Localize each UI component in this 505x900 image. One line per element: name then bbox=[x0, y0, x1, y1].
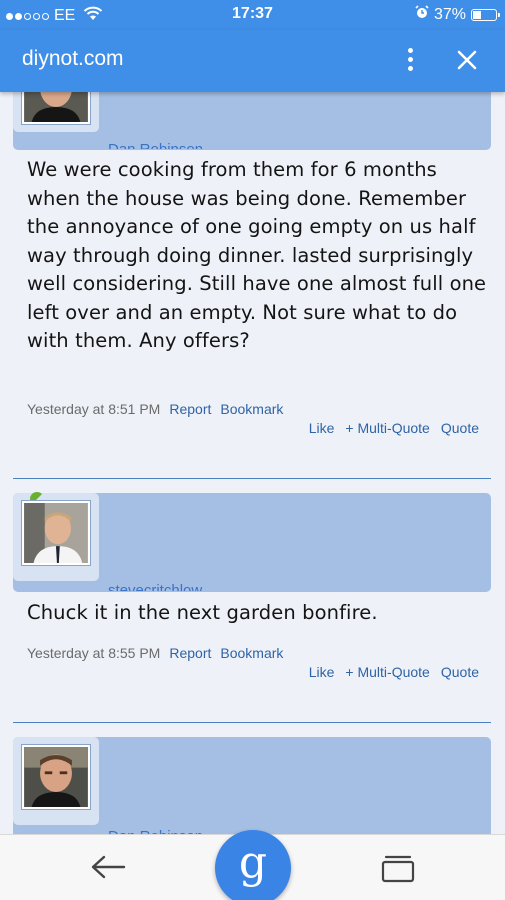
post-1-date: Yesterday at 8:51 PM bbox=[27, 401, 161, 417]
post-1-avatar-frame bbox=[13, 92, 99, 132]
thread-content[interactable]: Dan Robinson We were cooking from them f… bbox=[0, 92, 505, 834]
post-1-report-link[interactable]: Report bbox=[169, 401, 211, 417]
post-2-username[interactable]: stevecritchlow bbox=[108, 582, 202, 591]
battery-icon bbox=[471, 8, 500, 21]
avatar[interactable] bbox=[22, 745, 90, 809]
back-arrow-icon[interactable] bbox=[88, 851, 128, 883]
post-2-date: Yesterday at 8:55 PM bbox=[27, 645, 161, 661]
post-1-like-link[interactable]: Like bbox=[309, 420, 335, 436]
post-2-report-link[interactable]: Report bbox=[169, 645, 211, 661]
post-1-message: We were cooking from them for 6 months w… bbox=[27, 158, 487, 352]
post-2-quote-link[interactable]: Quote bbox=[441, 664, 479, 680]
post-3-avatar-frame bbox=[13, 737, 99, 825]
avatar[interactable] bbox=[22, 501, 90, 565]
post-divider bbox=[13, 478, 491, 479]
battery-percent: 37% bbox=[433, 5, 466, 23]
post-1-username[interactable]: Dan Robinson bbox=[108, 141, 203, 149]
post-2-message: Chuck it in the next garden bonfire. bbox=[27, 601, 378, 624]
status-right: 37% bbox=[415, 5, 500, 24]
google-g-icon[interactable]: g bbox=[215, 830, 291, 900]
page-title[interactable]: diynot.com bbox=[22, 47, 124, 71]
avatar[interactable] bbox=[22, 92, 90, 124]
app-bar: diynot.com bbox=[0, 30, 505, 92]
post-2-multi-quote-link[interactable]: + Multi-Quote bbox=[345, 664, 429, 680]
post-2-like-link[interactable]: Like bbox=[309, 664, 335, 680]
post-2-actions: Like + Multi-Quote Quote bbox=[298, 664, 479, 680]
tabs-icon[interactable] bbox=[378, 853, 418, 885]
post-1-multi-quote-link[interactable]: + Multi-Quote bbox=[345, 420, 429, 436]
alarm-icon bbox=[415, 5, 429, 24]
post-divider bbox=[13, 722, 491, 723]
more-vert-icon[interactable] bbox=[398, 44, 422, 74]
post-1-bookmark-link[interactable]: Bookmark bbox=[220, 401, 283, 417]
post-2-bookmark-link[interactable]: Bookmark bbox=[220, 645, 283, 661]
close-icon[interactable] bbox=[452, 45, 482, 75]
post-1-meta: Yesterday at 8:51 PM Report Bookmark bbox=[27, 401, 283, 417]
post-2-meta: Yesterday at 8:55 PM Report Bookmark bbox=[27, 645, 283, 661]
google-g-label: g bbox=[238, 837, 268, 888]
post-1-actions: Like + Multi-Quote Quote bbox=[298, 420, 479, 436]
status-bar: EE 17:37 37% bbox=[0, 0, 505, 30]
post-2-avatar-frame bbox=[13, 492, 99, 581]
post-1-quote-link[interactable]: Quote bbox=[441, 420, 479, 436]
